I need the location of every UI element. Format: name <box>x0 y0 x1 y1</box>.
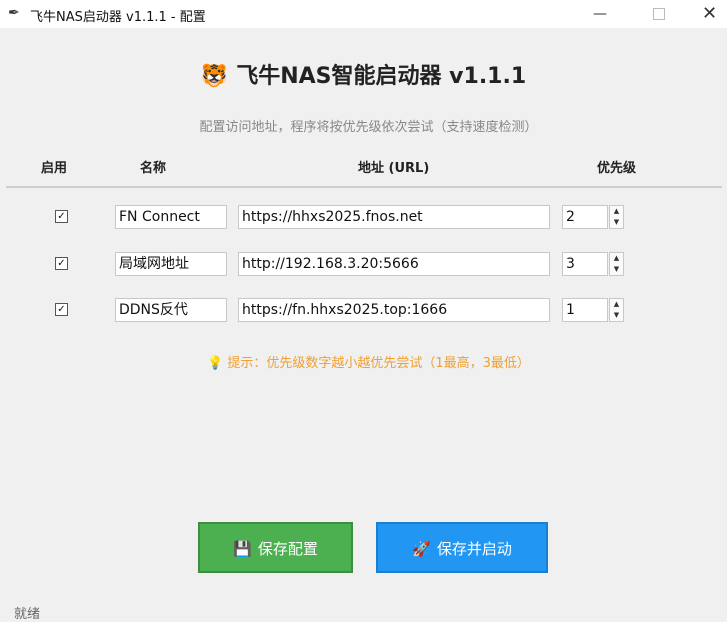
minimize-button[interactable]: — <box>577 0 623 28</box>
enable-checkbox[interactable]: ✓ <box>55 210 68 223</box>
column-header-priority: 优先级 <box>597 161 637 176</box>
column-header-enabled: 启用 <box>41 161 68 176</box>
save-config-button[interactable]: 💾 保存配置 <box>198 522 353 573</box>
url-input[interactable]: https://fn.hhxs2025.top:1666 <box>238 298 550 322</box>
window-titlebar: ✒ 飞牛NAS启动器 v1.1.1 - 配置 — ✕ <box>0 0 727 28</box>
maximize-button[interactable] <box>636 0 682 28</box>
enable-checkbox[interactable]: ✓ <box>55 303 68 316</box>
name-input[interactable]: FN Connect <box>115 205 227 229</box>
priority-input[interactable]: 2 <box>562 205 608 229</box>
priority-spinner[interactable]: ▲ ▼ <box>609 298 624 322</box>
name-input[interactable]: 局域网地址 <box>115 252 227 276</box>
url-input[interactable]: https://hhxs2025.fnos.net <box>238 205 550 229</box>
url-input[interactable]: http://192.168.3.20:5666 <box>238 252 550 276</box>
column-header-url: 地址 (URL) <box>358 161 430 176</box>
maximize-icon <box>653 8 665 20</box>
save-button-label: 保存配置 <box>257 540 318 558</box>
column-header-name: 名称 <box>140 161 167 176</box>
tip-text: 提示：优先级数字越小越优先尝试（1最高，3最低） <box>227 356 530 371</box>
priority-tip: 💡 提示：优先级数字越小越优先尝试（1最高，3最低） <box>0 352 727 371</box>
priority-input[interactable]: 3 <box>562 252 608 276</box>
enable-checkbox[interactable]: ✓ <box>55 257 68 270</box>
spin-down-icon[interactable]: ▼ <box>610 217 623 228</box>
spin-up-icon[interactable]: ▲ <box>610 253 623 264</box>
priority-spinner[interactable]: ▲ ▼ <box>609 205 624 229</box>
priority-spinner[interactable]: ▲ ▼ <box>609 252 624 276</box>
page-subtitle: 配置访问地址，程序将按优先级依次尝试（支持速度检测） <box>199 120 538 135</box>
lightbulb-icon: 💡 <box>207 356 224 371</box>
spin-down-icon[interactable]: ▼ <box>610 310 623 321</box>
spin-down-icon[interactable]: ▼ <box>610 264 623 275</box>
status-bar-text: 就绪 <box>14 607 41 622</box>
page-title: 🐯 飞牛NAS智能启动器 v1.1.1 <box>0 58 727 90</box>
name-input[interactable]: DDNS反代 <box>115 298 227 322</box>
page-title-text: 飞牛NAS智能启动器 v1.1.1 <box>236 64 527 89</box>
window-title: 飞牛NAS启动器 v1.1.1 - 配置 <box>30 10 206 25</box>
feather-icon: ✒ <box>8 5 20 21</box>
close-button[interactable]: ✕ <box>692 0 727 28</box>
save-and-start-button[interactable]: 🚀 保存并启动 <box>376 522 548 573</box>
start-button-label: 保存并启动 <box>436 540 512 558</box>
priority-input[interactable]: 1 <box>562 298 608 322</box>
spin-up-icon[interactable]: ▲ <box>610 299 623 310</box>
spin-up-icon[interactable]: ▲ <box>610 206 623 217</box>
save-icon: 💾 <box>233 540 252 558</box>
rocket-icon: 🚀 <box>412 540 431 558</box>
header-divider <box>6 186 722 188</box>
tiger-icon: 🐯 <box>200 64 229 89</box>
